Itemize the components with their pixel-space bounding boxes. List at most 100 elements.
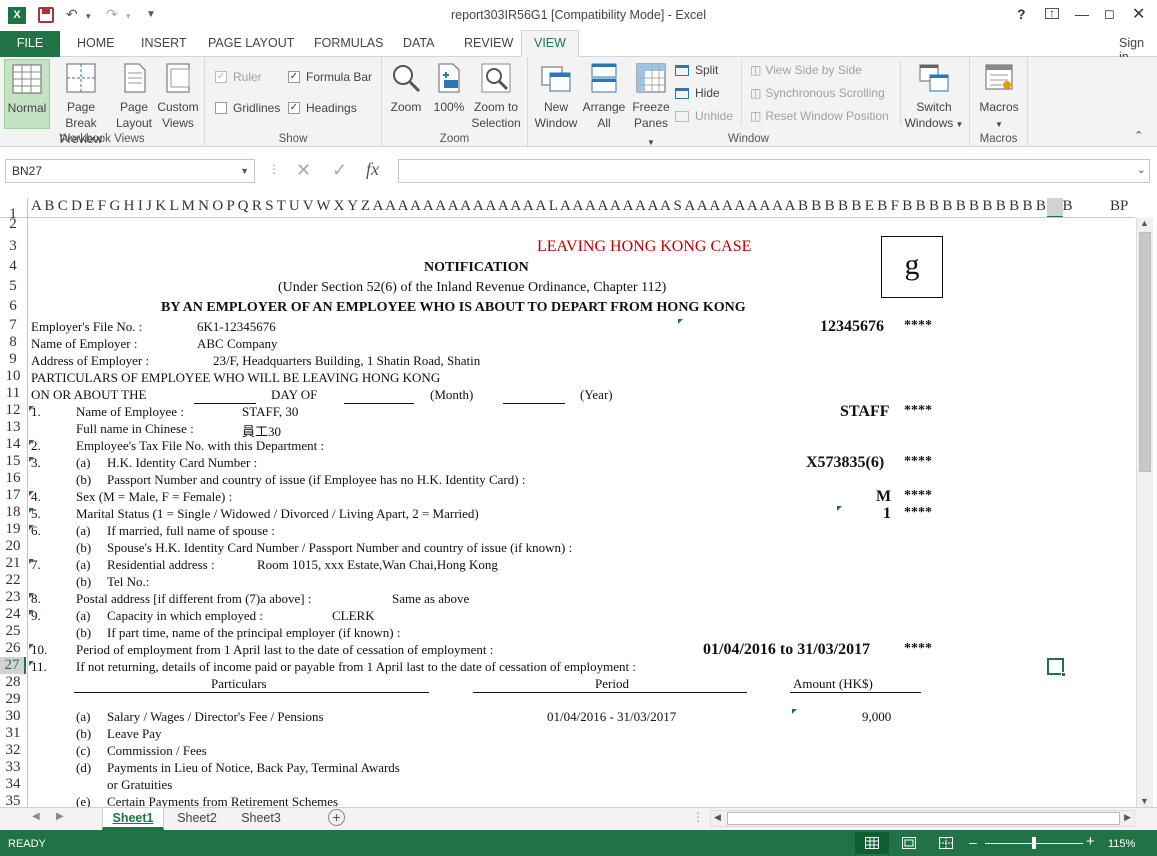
normal-view-status-button[interactable]	[855, 832, 889, 854]
row-header[interactable]: 32	[0, 742, 26, 759]
collapse-ribbon-icon[interactable]: ⌃	[1134, 129, 1143, 142]
row-header[interactable]: 14	[0, 436, 26, 453]
active-cell-bn27[interactable]	[1047, 658, 1066, 677]
ruler-checkbox[interactable]: ✓ Ruler	[215, 70, 262, 84]
tab-page-layout[interactable]: PAGE LAYOUT	[208, 36, 294, 50]
zoom-slider-thumb[interactable]	[1032, 837, 1036, 849]
freeze-panes-button[interactable]: Freeze Panes ▼	[629, 59, 673, 147]
row-header[interactable]: 5	[0, 278, 26, 295]
row-header[interactable]: 3	[0, 238, 26, 255]
zoom-level[interactable]: 115%	[1108, 838, 1135, 850]
row-header[interactable]: 33	[0, 759, 26, 776]
row-header[interactable]: 26	[0, 640, 26, 657]
scroll-down-icon[interactable]: ▼	[1140, 796, 1149, 806]
scroll-left-icon[interactable]: ◀	[714, 812, 721, 823]
row-header[interactable]: 2	[0, 216, 26, 233]
tab-view[interactable]: VIEW	[521, 30, 579, 57]
zoom-100-button[interactable]: 100%	[429, 59, 469, 131]
page-layout-button[interactable]: Page Layout	[112, 59, 156, 131]
unhide-button[interactable]: Unhide	[675, 109, 733, 123]
row-header[interactable]: 23	[0, 589, 26, 606]
row-header[interactable]: 16	[0, 470, 26, 487]
row-header[interactable]: 11	[0, 385, 26, 402]
custom-views-button[interactable]: Custom Views	[156, 59, 200, 131]
vertical-scroll-thumb[interactable]	[1139, 232, 1151, 472]
split-button[interactable]: Split	[675, 63, 718, 77]
row-header[interactable]: 7	[0, 317, 26, 334]
tab-home[interactable]: HOME	[77, 36, 115, 50]
row-header[interactable]: 15	[0, 453, 26, 470]
zoom-in-icon[interactable]: +	[1086, 833, 1095, 850]
close-icon[interactable]: ✕	[1132, 4, 1145, 24]
help-icon[interactable]: ?	[1017, 6, 1026, 22]
normal-view-button[interactable]: Normal	[4, 59, 50, 129]
row-header[interactable]: 19	[0, 521, 26, 538]
zoom-button[interactable]: Zoom	[386, 59, 426, 131]
cancel-entry-icon[interactable]: ✕	[296, 160, 311, 181]
row-header[interactable]: 10	[0, 368, 26, 385]
row-header[interactable]: 25	[0, 623, 26, 640]
column-header-selected[interactable]	[1047, 198, 1063, 217]
headings-checkbox[interactable]: ✓ Headings	[288, 101, 357, 115]
new-window-button[interactable]: New Window	[533, 59, 579, 131]
expand-formula-bar-icon[interactable]: ⌄	[1137, 163, 1146, 176]
row-header[interactable]: 21	[0, 555, 26, 572]
row-header[interactable]: 31	[0, 725, 26, 742]
name-box[interactable]: BN27 ▼	[5, 159, 255, 183]
insert-function-icon[interactable]: fx	[366, 159, 379, 180]
horizontal-scrollbar[interactable]: ◀ ▶	[710, 810, 1135, 827]
synchronous-scrolling-button[interactable]: ◫ Synchronous Scrolling	[750, 86, 885, 100]
worksheet-grid[interactable]: LEAVING HONG KONG CASE g NOTIFICATION (U…	[28, 218, 1135, 807]
horizontal-scroll-thumb[interactable]	[727, 812, 1120, 825]
zoom-slider[interactable]	[985, 837, 1083, 849]
row-header[interactable]: 28	[0, 674, 26, 691]
tab-scroll-left-icon[interactable]: ◀	[32, 811, 40, 822]
formula-bar-checkbox[interactable]: ✓ Formula Bar	[288, 70, 372, 84]
row-header[interactable]: 24	[0, 606, 26, 623]
formula-input[interactable]: ⌄	[398, 159, 1150, 183]
row-header[interactable]: 34	[0, 776, 26, 793]
view-side-by-side-button[interactable]: ◫ View Side by Side	[750, 63, 862, 77]
page-break-status-button[interactable]	[929, 832, 963, 854]
row-header[interactable]: 17	[0, 487, 26, 504]
enter-entry-icon[interactable]: ✓	[332, 160, 347, 181]
row-header-selected[interactable]: 27	[0, 657, 26, 674]
tab-review[interactable]: REVIEW	[464, 36, 513, 50]
vertical-scrollbar[interactable]: ▲ ▼	[1136, 218, 1153, 807]
row-header[interactable]: 29	[0, 691, 26, 708]
fill-handle[interactable]	[1061, 672, 1066, 677]
switch-windows-button[interactable]: Switch Windows ▼	[904, 59, 964, 131]
year-blank[interactable]	[503, 403, 565, 404]
tab-split-grip-icon[interactable]: ⋮	[692, 810, 704, 824]
tab-file[interactable]: FILE	[0, 31, 60, 57]
page-layout-status-button[interactable]	[892, 832, 926, 854]
arrange-all-button[interactable]: Arrange All	[581, 59, 627, 131]
column-header-labels[interactable]: A B C D E F G H I J K L M N O P Q R S T …	[31, 198, 1073, 215]
zoom-out-icon[interactable]: –	[969, 834, 977, 850]
row-header[interactable]: 9	[0, 351, 26, 368]
maximize-icon[interactable]: ◻	[1104, 6, 1115, 22]
zoom-to-selection-button[interactable]: Zoom to Selection	[470, 59, 522, 131]
page-break-preview-button[interactable]: Page Break Preview	[51, 59, 111, 146]
reset-window-position-button[interactable]: ◫ Reset Window Position	[750, 109, 889, 123]
tab-insert[interactable]: INSERT	[141, 36, 187, 50]
sheet-tab-sheet1[interactable]: Sheet1	[102, 808, 164, 830]
tab-scroll-right-icon[interactable]: ▶	[56, 811, 64, 822]
column-header-last[interactable]: BP	[1110, 198, 1128, 215]
row-header[interactable]: 30	[0, 708, 26, 725]
row-header[interactable]: 13	[0, 419, 26, 436]
hide-button[interactable]: Hide	[675, 86, 720, 100]
row-header[interactable]: 22	[0, 572, 26, 589]
scroll-right-icon[interactable]: ▶	[1124, 812, 1131, 823]
gridlines-checkbox[interactable]: Gridlines	[215, 101, 280, 115]
row-header[interactable]: 4	[0, 258, 26, 275]
month-blank[interactable]	[344, 403, 414, 404]
minimize-icon[interactable]: —	[1075, 6, 1089, 22]
ribbon-display-icon[interactable]: ↑	[1045, 7, 1059, 19]
row-header[interactable]: 20	[0, 538, 26, 555]
row-header[interactable]: 12	[0, 402, 26, 419]
new-sheet-icon[interactable]: +	[328, 809, 345, 826]
row-header[interactable]: 18	[0, 504, 26, 521]
sheet-tab-sheet3[interactable]: Sheet3	[230, 808, 292, 830]
row-header[interactable]: 6	[0, 298, 26, 315]
